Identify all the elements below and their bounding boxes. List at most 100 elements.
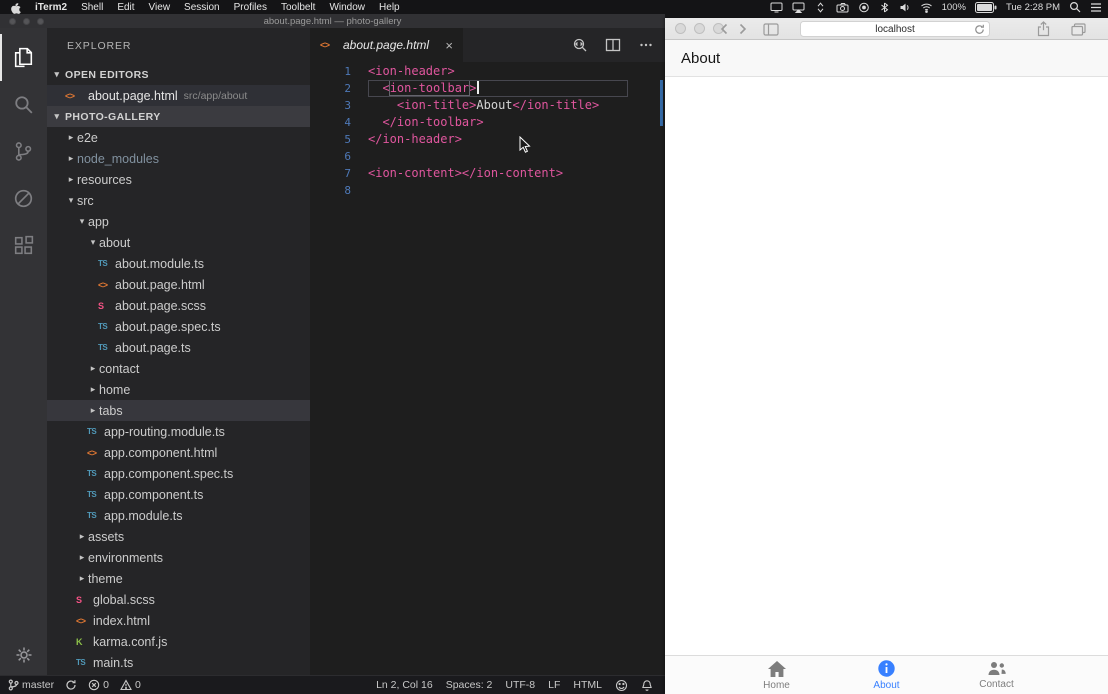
- extensions-icon[interactable]: [0, 222, 47, 269]
- more-actions-icon[interactable]: [637, 36, 655, 54]
- close-window-button[interactable]: [675, 23, 686, 34]
- file-item-about.page.spec.ts[interactable]: TSabout.page.spec.ts: [47, 316, 310, 337]
- folder-item-contact[interactable]: ▸contact: [47, 358, 310, 379]
- open-editors-header[interactable]: ▾ OPEN EDITORS: [47, 64, 310, 85]
- menubar-clock[interactable]: Tue 2:28 PM: [1006, 2, 1060, 13]
- file-item-about.page.ts[interactable]: TSabout.page.ts: [47, 337, 310, 358]
- sync-changes[interactable]: [65, 679, 77, 691]
- search-icon[interactable]: [0, 81, 47, 128]
- code-line-3[interactable]: 3 <ion-title>About</ion-title>: [310, 97, 665, 114]
- share-icon[interactable]: [1037, 18, 1050, 40]
- language-mode[interactable]: HTML: [573, 679, 602, 691]
- code-line-7[interactable]: 7<ion-content></ion-content>: [310, 165, 665, 182]
- settings-gear-icon[interactable]: [0, 645, 47, 665]
- code-line-6[interactable]: 6: [310, 148, 665, 165]
- updown-arrows-icon[interactable]: [814, 2, 827, 13]
- file-item-app.module.ts[interactable]: TSapp.module.ts: [47, 505, 310, 526]
- folder-item-node_modules[interactable]: ▸node_modules: [47, 148, 310, 169]
- tab-about[interactable]: About: [852, 656, 922, 694]
- reload-icon[interactable]: [974, 24, 985, 35]
- indentation[interactable]: Spaces: 2: [446, 679, 493, 691]
- warning-count[interactable]: 0: [120, 679, 141, 691]
- menu-view[interactable]: View: [149, 2, 171, 13]
- folder-item-about[interactable]: ▾about: [47, 232, 310, 253]
- encoding[interactable]: UTF-8: [505, 679, 535, 691]
- folder-item-tabs[interactable]: ▸tabs: [47, 400, 310, 421]
- open-editor-item[interactable]: <> about.page.html src/app/about: [47, 85, 310, 106]
- code-line-2[interactable]: 2 <ion-toolbar>: [310, 80, 665, 97]
- folder-item-environments[interactable]: ▸environments: [47, 547, 310, 568]
- wifi-icon[interactable]: [920, 2, 933, 13]
- file-item-app.component.ts[interactable]: TSapp.component.ts: [47, 484, 310, 505]
- feedback[interactable]: [615, 679, 628, 692]
- folder-item-home[interactable]: ▸home: [47, 379, 310, 400]
- explorer-icon[interactable]: [0, 34, 47, 81]
- folder-item-theme[interactable]: ▸theme: [47, 568, 310, 589]
- code-line-4[interactable]: 4 </ion-toolbar>: [310, 114, 665, 131]
- close-tab-icon[interactable]: ×: [445, 39, 453, 52]
- tree-item-label: node_modules: [77, 152, 159, 166]
- sidebar-toggle-icon[interactable]: [763, 18, 779, 40]
- bluetooth-icon[interactable]: [879, 2, 890, 13]
- folder-item-e2e[interactable]: ▸e2e: [47, 127, 310, 148]
- safari-toolbar[interactable]: localhost: [665, 18, 1108, 40]
- folder-item-app[interactable]: ▾app: [47, 211, 310, 232]
- folder-item-assets[interactable]: ▸assets: [47, 526, 310, 547]
- camera-icon[interactable]: [836, 2, 849, 13]
- file-item-app.component.spec.ts[interactable]: TSapp.component.spec.ts: [47, 463, 310, 484]
- folder-item-resources[interactable]: ▸resources: [47, 169, 310, 190]
- file-item-main.ts[interactable]: TSmain.ts: [47, 652, 310, 673]
- menu-shell[interactable]: Shell: [81, 2, 103, 13]
- close-window-button[interactable]: [9, 18, 16, 25]
- folder-item-src[interactable]: ▾src: [47, 190, 310, 211]
- minimize-window-button[interactable]: [23, 18, 30, 25]
- minimize-window-button[interactable]: [694, 23, 705, 34]
- split-editor-icon[interactable]: [604, 36, 622, 54]
- file-item-global.scss[interactable]: Sglobal.scss: [47, 589, 310, 610]
- cursor-position[interactable]: Ln 2, Col 16: [376, 679, 433, 691]
- menu-help[interactable]: Help: [379, 2, 400, 13]
- open-preview-icon[interactable]: [571, 36, 589, 54]
- menu-toolbelt[interactable]: Toolbelt: [281, 2, 315, 13]
- code-line-1[interactable]: 1<ion-header>: [310, 63, 665, 80]
- code-line-5[interactable]: 5</ion-header>: [310, 131, 665, 148]
- notifications[interactable]: [641, 679, 653, 692]
- tab-overview-icon[interactable]: [1071, 18, 1086, 40]
- back-button[interactable]: [720, 18, 729, 40]
- branch-indicator[interactable]: master: [8, 679, 54, 691]
- record-icon[interactable]: [858, 2, 870, 13]
- debug-icon[interactable]: [0, 175, 47, 222]
- tab-home[interactable]: Home: [742, 656, 812, 694]
- screen-mirroring-icon[interactable]: [792, 2, 805, 13]
- vscode-titlebar[interactable]: about.page.html — photo-gallery: [0, 14, 665, 28]
- source-control-icon[interactable]: [0, 128, 47, 175]
- menu-session[interactable]: Session: [184, 2, 220, 13]
- project-header[interactable]: ▾ PHOTO-GALLERY: [47, 106, 310, 127]
- zoom-window-button[interactable]: [37, 18, 44, 25]
- code-editor[interactable]: 1<ion-header>2 <ion-toolbar>3 <ion-title…: [310, 62, 665, 675]
- code-line-8[interactable]: 8: [310, 182, 665, 199]
- eol[interactable]: LF: [548, 679, 560, 691]
- file-item-about.module.ts[interactable]: TSabout.module.ts: [47, 253, 310, 274]
- address-bar[interactable]: localhost: [800, 21, 990, 37]
- file-item-about.page.scss[interactable]: Sabout.page.scss: [47, 295, 310, 316]
- notification-center-icon[interactable]: [1090, 2, 1102, 13]
- menu-window[interactable]: Window: [329, 2, 365, 13]
- file-item-app-routing.module.ts[interactable]: TSapp-routing.module.ts: [47, 421, 310, 442]
- file-item-karma.conf.js[interactable]: Kkarma.conf.js: [47, 631, 310, 652]
- forward-button[interactable]: [738, 18, 747, 40]
- error-count[interactable]: 0: [88, 679, 109, 691]
- tab-contact[interactable]: Contact: [962, 656, 1032, 694]
- file-item-index.html[interactable]: <>index.html: [47, 610, 310, 631]
- display-icon[interactable]: [770, 2, 783, 13]
- volume-icon[interactable]: [899, 2, 911, 13]
- menu-profiles[interactable]: Profiles: [234, 2, 267, 13]
- editor-tab-about-page-html[interactable]: <> about.page.html ×: [310, 28, 463, 62]
- apple-icon[interactable]: [10, 1, 21, 14]
- menu-edit[interactable]: Edit: [117, 2, 134, 13]
- battery-icon[interactable]: [975, 2, 997, 13]
- menu-iterm2[interactable]: iTerm2: [35, 2, 67, 13]
- spotlight-icon[interactable]: [1069, 1, 1081, 13]
- file-item-about.page.html[interactable]: <>about.page.html: [47, 274, 310, 295]
- file-item-app.component.html[interactable]: <>app.component.html: [47, 442, 310, 463]
